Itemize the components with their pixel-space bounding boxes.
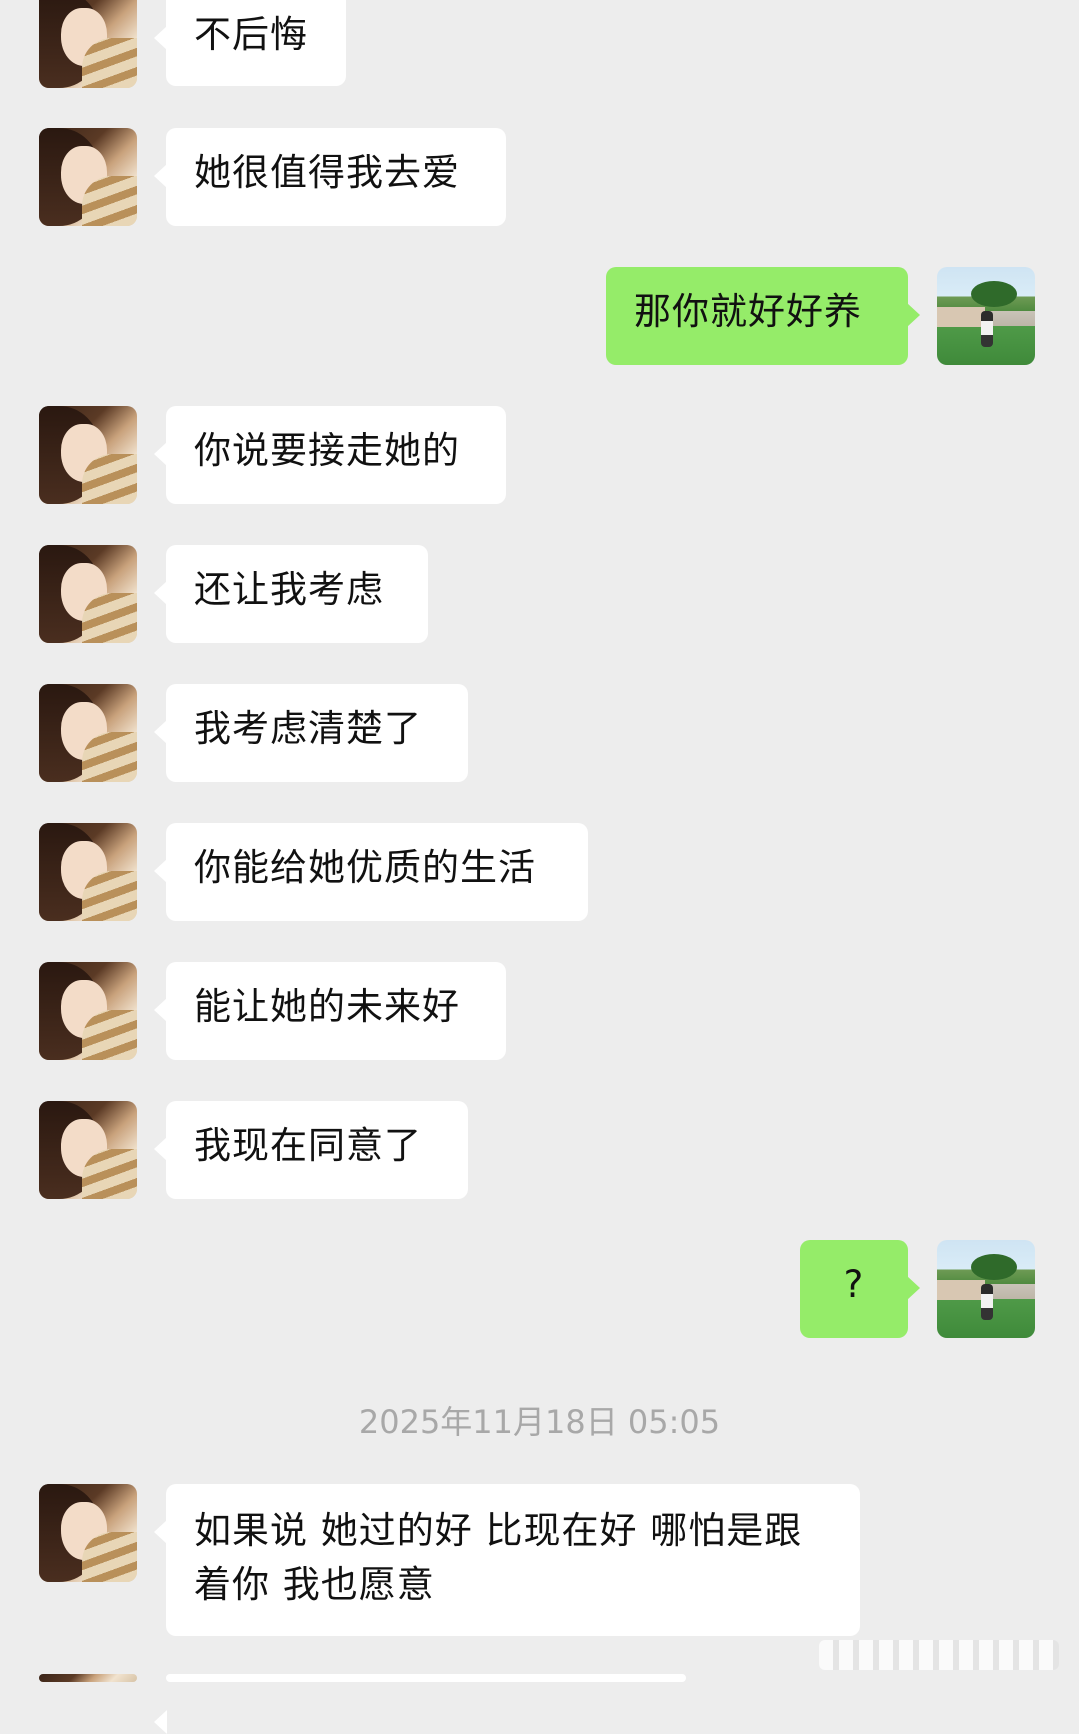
message-text: 我现在同意了 [194,1124,422,1167]
message-text: 还让我考虑 [194,568,384,611]
contact-avatar-icon[interactable] [39,684,137,782]
message-row: 不后悔 [0,0,1079,88]
message-row [0,1674,1079,1734]
user-avatar-icon[interactable] [937,1240,1035,1338]
contact-avatar-icon[interactable] [39,406,137,504]
message-bubble[interactable]: 如果说 她过的好 比现在好 哪怕是跟着你 我也愿意 [154,1484,860,1636]
message-row: 她很值得我去爱 [0,128,1079,226]
message-text: 能让她的未来好 [194,985,460,1028]
message-bubble[interactable]: 那你就好好养 [606,267,920,365]
message-row: 我现在同意了 [0,1101,1079,1199]
message-bubble[interactable]: 我现在同意了 [154,1101,468,1199]
message-text: ? [843,1263,865,1306]
message-bubble[interactable] [154,1674,686,1734]
watermark [819,1640,1059,1670]
contact-avatar-icon[interactable] [39,545,137,643]
message-bubble[interactable]: 能让她的未来好 [154,962,506,1060]
message-text: 那你就好好养 [634,290,862,333]
message-row: 还让我考虑 [0,545,1079,643]
message-row: 那你就好好养 [0,267,1079,365]
message-text: 你说要接走她的 [194,429,460,472]
message-bubble[interactable]: 她很值得我去爱 [154,128,506,226]
message-text: 不后悔 [194,13,308,56]
user-avatar-icon[interactable] [937,267,1035,365]
contact-avatar-icon[interactable] [39,0,137,88]
message-row: 如果说 她过的好 比现在好 哪怕是跟着你 我也愿意 [0,1484,1079,1636]
message-text: 她很值得我去爱 [194,151,460,194]
message-row: 我考虑清楚了 [0,684,1079,782]
contact-avatar-icon[interactable] [39,1674,137,1682]
chat-timestamp: 2025年11月18日 05:05 [358,1403,721,1441]
message-bubble[interactable]: 你说要接走她的 [154,406,506,504]
message-bubble[interactable]: 我考虑清楚了 [154,684,468,782]
message-text: 我考虑清楚了 [194,707,422,750]
contact-avatar-icon[interactable] [39,1101,137,1199]
contact-avatar-icon[interactable] [39,1484,137,1582]
contact-avatar-icon[interactable] [39,823,137,921]
contact-avatar-icon[interactable] [39,962,137,1060]
message-text: 如果说 她过的好 比现在好 哪怕是跟着你 我也愿意 [194,1509,803,1606]
message-bubble[interactable]: ? [800,1240,920,1338]
message-bubble[interactable]: 不后悔 [154,0,346,86]
message-row: 你能给她优质的生活 [0,823,1079,921]
contact-avatar-icon[interactable] [39,128,137,226]
message-bubble[interactable]: 你能给她优质的生活 [154,823,588,921]
message-text: 你能给她优质的生活 [194,846,536,889]
chat-view: 不后悔 她很值得我去爱 那你就好好养 你说要接走她的 还让我考虑 我考虑清楚了 … [0,0,1079,1734]
message-bubble[interactable]: 还让我考虑 [154,545,428,643]
message-row: 你说要接走她的 [0,406,1079,504]
message-row: ? [0,1240,1079,1338]
message-row: 能让她的未来好 [0,962,1079,1060]
